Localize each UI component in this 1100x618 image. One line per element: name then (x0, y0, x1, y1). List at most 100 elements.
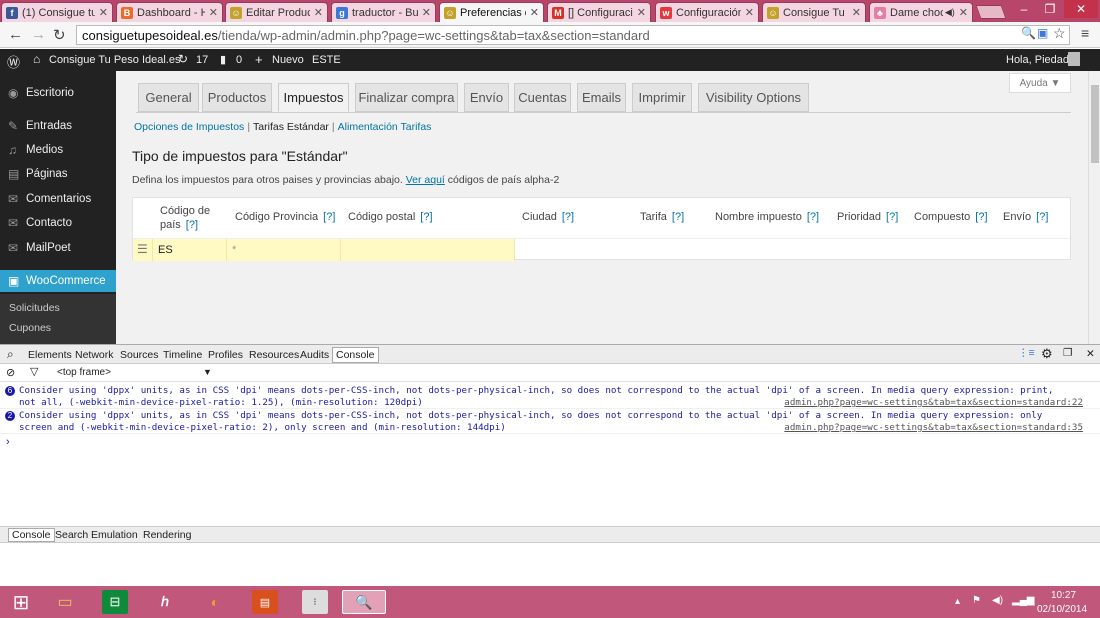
wordpress-logo-icon[interactable]: Ⓦ (7, 52, 20, 71)
comments-icon[interactable]: ▮ (220, 53, 226, 66)
help-button[interactable]: Ayuda ▼ (1009, 73, 1071, 93)
scrollbar-thumb[interactable] (1091, 85, 1099, 163)
media-app-icon[interactable]: ◐ (202, 590, 228, 614)
subnav-opciones-de-impuestos[interactable]: Opciones de Impuestos (134, 121, 244, 133)
search-icon[interactable]: 🔍 (1021, 26, 1036, 40)
filter-icon[interactable]: ▽ (30, 365, 38, 378)
console-source-link[interactable]: admin.php?page=wc-settings&tab=tax&secti… (784, 397, 1083, 409)
browser-tab[interactable]: ♣ Dame choc ◀) ✕ (869, 2, 973, 22)
store-icon[interactable]: ⊟ (102, 590, 128, 614)
hp-icon[interactable]: ℎ (152, 590, 178, 614)
plus-icon[interactable]: + (255, 52, 263, 67)
drawer-tab-rendering[interactable]: Rendering (143, 529, 191, 541)
close-tab-icon[interactable]: ✕ (959, 6, 968, 19)
help-tip-link[interactable]: [?] (886, 211, 898, 223)
help-tip-link[interactable]: [?] (672, 211, 684, 223)
help-tip-link[interactable]: [?] (807, 211, 819, 223)
tab-visibility-options[interactable]: Visibility Options (698, 83, 809, 112)
clear-console-icon[interactable]: ⊘ (6, 366, 15, 379)
ver-aqui-link[interactable]: Ver aquí (406, 174, 445, 186)
page-scrollbar[interactable] (1088, 71, 1100, 344)
close-window-icon[interactable]: ✕ (1064, 0, 1098, 18)
updates-count[interactable]: 17 (196, 54, 208, 66)
close-tab-icon[interactable]: ✕ (99, 6, 108, 19)
tab-cuentas[interactable]: Cuentas (514, 83, 571, 112)
close-tab-icon[interactable]: ✕ (852, 6, 861, 19)
menu-item-medios[interactable]: ♫ Medios (0, 139, 116, 161)
close-tab-icon[interactable]: ✕ (314, 6, 323, 19)
devtools-tab-network[interactable]: Network (75, 349, 114, 361)
dock-icon[interactable]: ❐ (1063, 347, 1072, 359)
help-tip-link[interactable]: [?] (420, 211, 432, 223)
menu-item-escritorio[interactable]: ◉ Escritorio (0, 82, 116, 104)
drag-handle-icon[interactable]: ☰ (133, 239, 153, 261)
drawer-tab-emulation[interactable]: Emulation (91, 529, 138, 541)
tab-impuestos[interactable]: Impuestos (278, 83, 349, 112)
avatar[interactable] (1068, 52, 1080, 66)
chevron-down-icon[interactable]: ▼ (203, 367, 212, 377)
new-tab-button[interactable] (975, 5, 1007, 19)
menu-item-paginas[interactable]: ▤ Páginas (0, 163, 116, 185)
submenu-item-solicitudes[interactable]: Solicitudes (9, 302, 60, 314)
clock-time[interactable]: 10:27 (1051, 590, 1076, 601)
user-greeting[interactable]: Hola, Piedad (1006, 54, 1069, 66)
inspect-search-icon[interactable]: ⌕ (7, 347, 14, 362)
windows-start-icon[interactable]: ⊞ (8, 590, 34, 614)
devtools-tab-audits[interactable]: Audits (300, 349, 329, 361)
address-bar[interactable]: consiguetupesoideal.es/tienda/wp-admin/a… (76, 25, 1070, 45)
tab-general[interactable]: General (138, 83, 199, 112)
back-arrow-icon[interactable]: ← (8, 26, 23, 43)
subnav-tarifas-estandar[interactable]: Tarifas Estándar (253, 121, 329, 133)
minimize-icon[interactable]: – (1012, 0, 1036, 18)
file-explorer-icon[interactable]: ▭ (52, 590, 78, 614)
menu-item-mailpoet[interactable]: ✉ MailPoet (0, 237, 116, 259)
tab-productos[interactable]: Productos (202, 83, 272, 112)
postcode-input[interactable] (341, 239, 515, 261)
tab-envio[interactable]: Envío (464, 83, 509, 112)
close-tab-icon[interactable]: ✕ (209, 6, 218, 19)
reload-icon[interactable]: ↻ (53, 26, 66, 44)
menu-item-comentarios[interactable]: ✉ Comentarios (0, 188, 116, 210)
devtools-tab-console[interactable]: Console (332, 347, 379, 363)
browser-tab[interactable]: B Dashboard - H ✕ (116, 2, 223, 22)
menu-item-contacto[interactable]: ✉ Contacto (0, 212, 116, 234)
tab-emails[interactable]: Emails (577, 83, 626, 112)
menu-item-entradas[interactable]: ✎ Entradas (0, 115, 116, 137)
drawer-tab-console[interactable]: Console (8, 528, 55, 542)
close-tab-icon[interactable]: ✕ (422, 6, 431, 19)
devtools-tab-timeline[interactable]: Timeline (163, 349, 202, 361)
tab-imprimir[interactable]: Imprimir (632, 83, 692, 112)
volume-icon[interactable]: ◀) (992, 595, 1003, 606)
country-input[interactable]: ES (153, 239, 227, 261)
site-name-link[interactable]: Consigue Tu Peso Ideal.es (49, 54, 180, 66)
gear-icon[interactable]: ⚙ (1041, 346, 1053, 362)
tray-expand-icon[interactable]: ▴ (955, 596, 960, 607)
help-tip-link[interactable]: [?] (975, 211, 987, 223)
drawer-tab-search[interactable]: Search (55, 529, 88, 541)
devtools-tab-resources[interactable]: Resources (249, 349, 299, 361)
help-tip-link[interactable]: [?] (562, 211, 574, 223)
network-icon[interactable]: ▂▄▆ (1012, 595, 1034, 606)
console-prompt[interactable]: › (6, 436, 10, 448)
state-input[interactable]: * (227, 239, 341, 261)
devtools-tab-sources[interactable]: Sources (120, 349, 159, 361)
flag-icon[interactable]: ⚑ (972, 595, 981, 606)
browser-tab[interactable]: ☺ Consigue Tu P ✕ (762, 2, 866, 22)
browser-tab[interactable]: ☺ Editar Product ✕ (225, 2, 328, 22)
browser-tab[interactable]: f (1) Consigue tu ✕ (1, 2, 113, 22)
browser-tab[interactable]: M [] Configuració ✕ (547, 2, 651, 22)
console-source-link[interactable]: admin.php?page=wc-settings&tab=tax&secti… (784, 422, 1083, 434)
updates-icon[interactable]: ↻ (178, 52, 188, 66)
maximize-icon[interactable]: ❐ (1038, 0, 1062, 18)
comments-count[interactable]: 0 (236, 54, 242, 66)
devtools-tab-elements[interactable]: Elements (28, 349, 72, 361)
browser-tab-active[interactable]: ☺ Preferencias de ✕ (439, 2, 544, 22)
close-tab-icon[interactable]: ✕ (745, 6, 754, 19)
este-link[interactable]: ESTE (312, 54, 341, 66)
translate-icon[interactable]: ▣ (1037, 26, 1048, 40)
clock-date[interactable]: 02/10/2014 (1037, 604, 1087, 615)
help-tip-link[interactable]: [?] (323, 211, 335, 223)
subnav-alimentacion-tarifas[interactable]: Alimentación Tarifas (338, 121, 432, 133)
frame-selector[interactable]: <top frame> (57, 367, 111, 378)
help-tip-link[interactable]: [?] (1036, 211, 1048, 223)
